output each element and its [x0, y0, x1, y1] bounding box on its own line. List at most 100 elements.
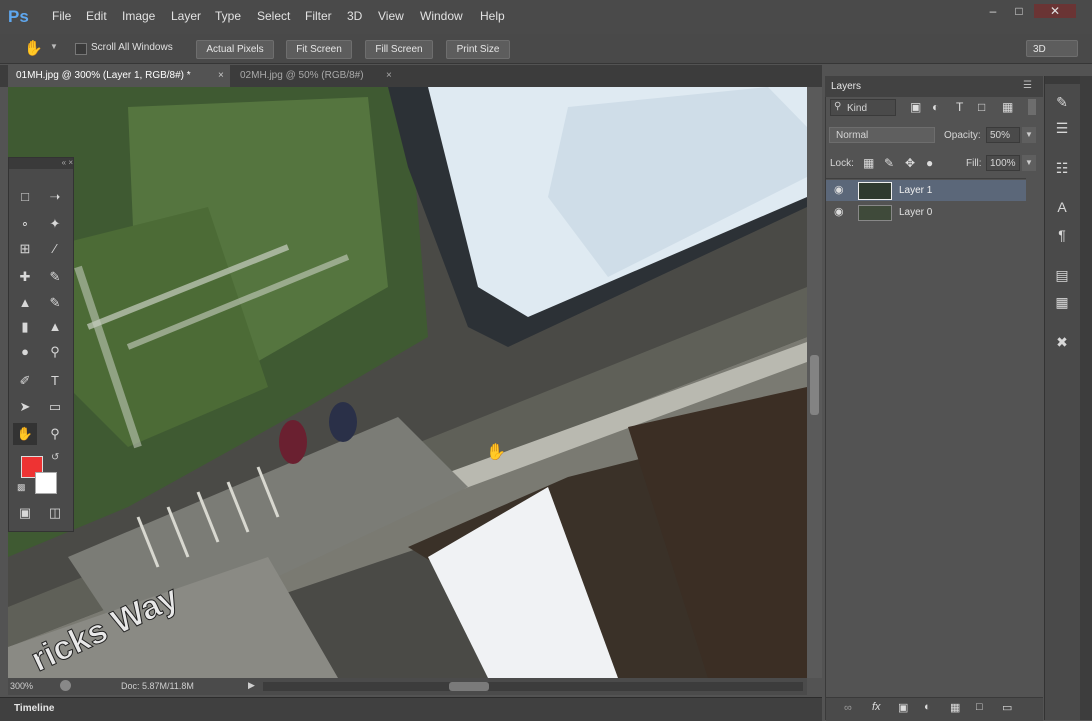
link-layers-icon[interactable]: ∞: [844, 702, 852, 714]
adjustments-panel-icon[interactable]: ☰: [1050, 120, 1074, 140]
zoom-level[interactable]: 300%: [10, 681, 33, 691]
actual-pixels-button[interactable]: Actual Pixels: [196, 40, 274, 59]
visibility-eye-icon[interactable]: ◉: [834, 202, 844, 223]
hand-tool-icon[interactable]: ✋: [13, 423, 37, 445]
quick-mask-icon[interactable]: ▣: [13, 502, 37, 524]
adjustment-layer-icon[interactable]: ◐: [924, 701, 931, 713]
scroll-thumb[interactable]: [449, 682, 489, 691]
default-colors-icon[interactable]: ▩: [17, 482, 26, 493]
shape-filter-icon[interactable]: □: [978, 100, 985, 114]
layers-tab[interactable]: Layers: [831, 81, 861, 92]
swap-colors-icon[interactable]: ↺: [51, 452, 59, 463]
lock-position-icon[interactable]: ✥: [905, 156, 915, 170]
fill-input[interactable]: 100%: [986, 155, 1020, 171]
tab-01mh[interactable]: 01MH.jpg @ 300% (Layer 1, RGB/8#) * ×: [8, 65, 230, 87]
menu-image[interactable]: Image: [122, 9, 155, 23]
lasso-icon[interactable]: ∘: [13, 213, 37, 235]
screen-mode-icon[interactable]: ◫: [43, 502, 67, 524]
history-brush-icon[interactable]: ✎: [43, 292, 67, 314]
visibility-eye-icon[interactable]: ◉: [834, 180, 844, 201]
character-panel-icon[interactable]: A: [1050, 199, 1074, 219]
move-icon[interactable]: ➝: [43, 186, 67, 208]
properties-panel-icon[interactable]: ☷: [1050, 160, 1074, 180]
menu-filter[interactable]: Filter: [305, 9, 332, 23]
pen-icon[interactable]: ✐: [13, 370, 37, 392]
delete-layer-icon[interactable]: ▭: [1002, 701, 1012, 714]
layer-row-layer-1[interactable]: ◉ Layer 1: [826, 180, 1026, 201]
menu-view[interactable]: View: [378, 9, 404, 23]
status-info-icon[interactable]: [60, 680, 71, 691]
crop-icon[interactable]: ⊞: [13, 238, 37, 260]
lock-all-icon[interactable]: ●: [926, 156, 933, 170]
background-color-swatch[interactable]: [35, 472, 57, 494]
menu-help[interactable]: Help: [480, 9, 505, 23]
lock-image-icon[interactable]: ✎: [884, 156, 894, 170]
rectangle-shape-icon[interactable]: ▭: [43, 396, 67, 418]
brush-panel-icon[interactable]: ✎: [1050, 94, 1074, 114]
stamp-icon[interactable]: ▲: [13, 292, 37, 314]
layer-row-layer-0[interactable]: ◉ Layer 0: [826, 202, 1026, 223]
eyedropper-icon[interactable]: ⁄: [43, 238, 67, 260]
dodge-icon[interactable]: ⚲: [43, 341, 67, 363]
healing-brush-icon[interactable]: ✚: [13, 266, 37, 288]
blur-icon[interactable]: ●: [13, 341, 37, 363]
filter-toggle[interactable]: [1028, 99, 1036, 115]
document-canvas[interactable]: ricks Way ✋: [8, 87, 807, 678]
new-group-icon[interactable]: ▦: [950, 701, 960, 714]
workspace-3d-button[interactable]: 3D: [1026, 40, 1078, 57]
close-icon[interactable]: ✕: [1034, 4, 1076, 18]
minimize-icon[interactable]: –: [982, 4, 1004, 18]
menu-type[interactable]: Type: [215, 9, 241, 23]
opacity-dropdown-icon[interactable]: ▼: [1022, 127, 1036, 143]
close-tab-icon[interactable]: ×: [218, 65, 224, 87]
type-filter-icon[interactable]: T: [956, 100, 963, 114]
scroll-thumb[interactable]: [810, 355, 819, 415]
pixel-filter-icon[interactable]: ▣: [910, 100, 921, 114]
menu-layer[interactable]: Layer: [171, 9, 201, 23]
add-mask-icon[interactable]: ▣: [898, 701, 908, 714]
tab-label: 01MH.jpg @ 300% (Layer 1, RGB/8#) *: [16, 70, 191, 81]
tools-preset-panel-icon[interactable]: ✖: [1050, 334, 1074, 354]
timeline-panel[interactable]: Timeline: [0, 697, 822, 721]
maximize-icon[interactable]: □: [1008, 4, 1030, 18]
vertical-scrollbar[interactable]: [807, 87, 822, 678]
magic-wand-icon[interactable]: ✦: [43, 213, 67, 235]
fill-dropdown-icon[interactable]: ▼: [1022, 155, 1036, 171]
type-tool-icon[interactable]: T: [43, 370, 67, 392]
zoom-tool-icon[interactable]: ⚲: [43, 423, 67, 445]
print-size-button[interactable]: Print Size: [446, 40, 510, 59]
search-icon: ⚲: [834, 101, 842, 112]
tab-02mh[interactable]: 02MH.jpg @ 50% (RGB/8#) ×: [232, 65, 400, 87]
close-tab-icon[interactable]: ×: [386, 65, 392, 87]
smart-object-filter-icon[interactable]: ▦: [1002, 100, 1013, 114]
hand-tool-preset-icon[interactable]: ✋: [24, 39, 44, 57]
menu-edit[interactable]: Edit: [86, 9, 107, 23]
fill-screen-button[interactable]: Fill Screen: [365, 40, 433, 59]
eraser-icon[interactable]: ▮: [13, 316, 37, 338]
paths-panel-icon[interactable]: ▦: [1050, 294, 1074, 314]
layer-name[interactable]: Layer 0: [899, 202, 932, 223]
paint-bucket-icon[interactable]: ▲: [43, 316, 67, 338]
fit-screen-button[interactable]: Fit Screen: [286, 40, 352, 59]
new-layer-icon[interactable]: □: [976, 701, 983, 713]
panel-menu-icon[interactable]: ☰: [1023, 80, 1032, 91]
channels-panel-icon[interactable]: ▤: [1050, 267, 1074, 287]
lock-transparent-icon[interactable]: ▦: [863, 156, 874, 170]
horizontal-scrollbar[interactable]: [263, 682, 803, 691]
marquee-icon[interactable]: □: [13, 186, 37, 208]
adjustment-filter-icon[interactable]: ◐: [932, 100, 939, 114]
layer-style-icon[interactable]: fx: [872, 701, 881, 713]
path-selection-icon[interactable]: ➤: [13, 396, 37, 418]
paragraph-panel-icon[interactable]: ¶: [1050, 227, 1074, 247]
scroll-all-checkbox[interactable]: [75, 43, 87, 55]
blend-mode-select[interactable]: Normal: [829, 127, 935, 143]
menu-select[interactable]: Select: [257, 9, 290, 23]
menu-window[interactable]: Window: [420, 9, 463, 23]
layer-name[interactable]: Layer 1: [899, 180, 932, 201]
menu-3d[interactable]: 3D: [347, 9, 362, 23]
menu-file[interactable]: File: [52, 9, 71, 23]
opacity-input[interactable]: 50%: [986, 127, 1020, 143]
preset-dropdown-icon[interactable]: ▼: [50, 42, 58, 51]
brush-icon[interactable]: ✎: [43, 266, 67, 288]
status-menu-arrow-icon[interactable]: ▶: [248, 680, 255, 691]
